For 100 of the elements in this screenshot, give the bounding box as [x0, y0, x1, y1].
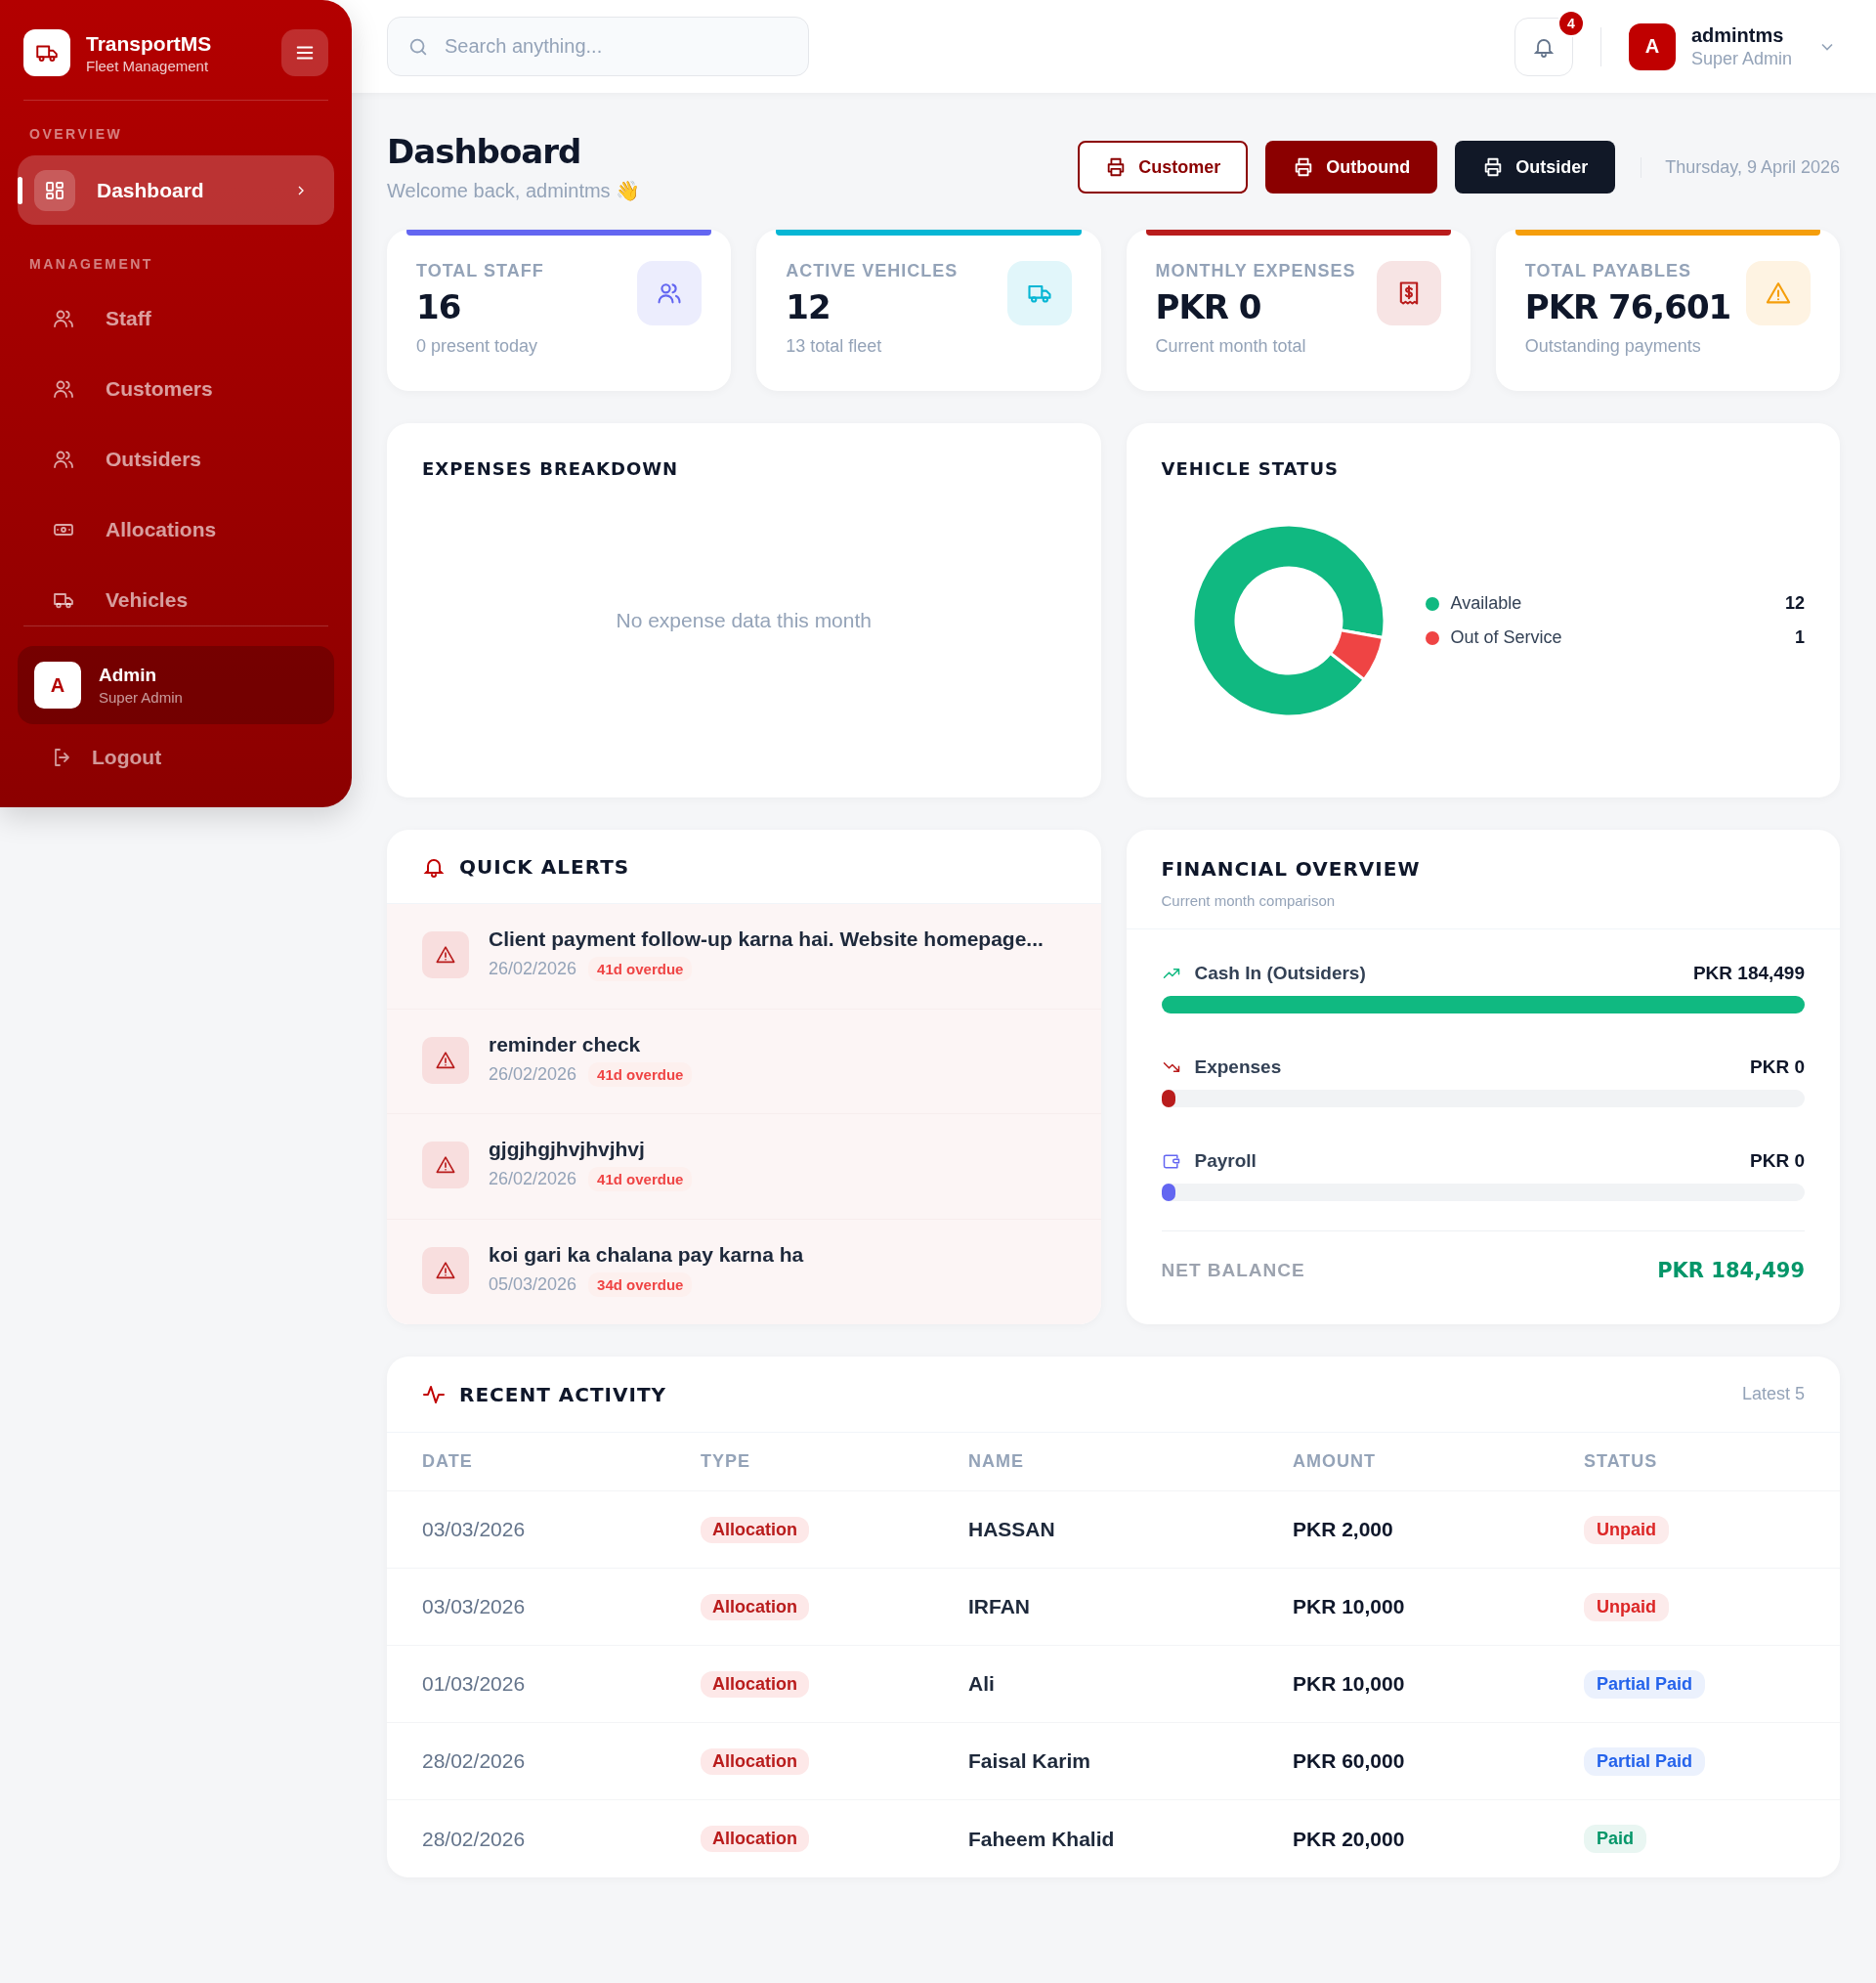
print-button[interactable]: Outsider: [1455, 141, 1616, 194]
warning-icon: [435, 944, 456, 966]
card-title: QUICK ALERTS: [459, 854, 630, 879]
user-name: Admin: [99, 665, 158, 686]
net-balance-value: PKR 184,499: [1657, 1259, 1805, 1282]
type-tag: Allocation: [701, 1826, 809, 1852]
section-heading: OVERVIEW: [28, 126, 124, 142]
stat-value: 16: [416, 287, 462, 326]
brand-title: TransportMS: [86, 31, 212, 56]
amount-cell-text: PKR 2,000: [1293, 1518, 1394, 1541]
stat-value: 12: [786, 287, 831, 326]
stat-note: 0 present today: [416, 336, 539, 357]
net-balance-label: NET BALANCE: [1161, 1260, 1305, 1281]
alert-date: 26/02/2026: [489, 959, 577, 979]
print-button[interactable]: Outbound: [1265, 141, 1438, 194]
amount-cell-text: PKR 20,000: [1293, 1827, 1406, 1851]
card-title: EXPENSES BREAKDOWN: [422, 458, 680, 479]
metric-label: Expenses: [1194, 1056, 1282, 1078]
alert-date: 05/03/2026: [489, 1273, 577, 1295]
date-cell-text: 28/02/2026: [422, 1827, 527, 1851]
status-tag: Partial Paid: [1584, 1669, 1706, 1699]
name-cell-text: Faheem Khalid: [968, 1827, 1116, 1851]
name-cell-text: HASSAN: [968, 1518, 1056, 1541]
warning-icon: [435, 1154, 456, 1176]
legend-label: Available: [1450, 593, 1522, 614]
card-note: Latest 5: [1741, 1384, 1805, 1404]
alert-item[interactable]: gjgjhgjhvjhvjhvj 26/02/2026 41d overdue: [387, 1114, 1101, 1220]
nav-item[interactable]: Dashboard: [18, 155, 334, 225]
alert-date: 26/02/2026: [489, 1063, 577, 1085]
page-subtitle: Welcome back, admintms 👋: [387, 179, 641, 202]
status-tag: Unpaid: [1584, 1592, 1669, 1621]
logout-button[interactable]: Logout: [18, 724, 334, 769]
column-header: DATE: [422, 1451, 474, 1472]
menu-button[interactable]: [281, 29, 328, 76]
stat-label: TOTAL STAFF: [416, 261, 544, 281]
type-tag: Allocation: [701, 1593, 809, 1620]
column-header: NAME: [968, 1451, 1025, 1472]
alert-title: gjgjhgjhvjhvjhvj: [489, 1138, 646, 1161]
overdue-tag: 34d overdue: [588, 1272, 693, 1297]
nav-item[interactable]: Customers: [18, 354, 334, 424]
print-button[interactable]: Customer: [1078, 141, 1249, 194]
status-tag: Unpaid: [1584, 1515, 1669, 1544]
section-heading: MANAGEMENT: [28, 256, 154, 272]
metric-amount: PKR 184,499: [1692, 963, 1805, 984]
stat-note: Outstanding payments: [1524, 336, 1702, 357]
metric-label: Cash In (Outsiders): [1194, 963, 1366, 984]
brand-subtitle: Fleet Management: [86, 57, 210, 74]
nav-item[interactable]: Vehicles: [18, 565, 334, 635]
current-date: Thursday, 9 April 2026: [1641, 156, 1840, 178]
amount-cell-text: PKR 10,000: [1293, 1595, 1406, 1618]
stat-value: PKR 0: [1155, 287, 1262, 326]
amount-cell-text: PKR 10,000: [1293, 1672, 1406, 1696]
date-cell-text: 03/03/2026: [422, 1595, 527, 1618]
user-name: admintms: [1690, 23, 1785, 47]
name-cell-text: Ali: [968, 1672, 996, 1696]
type-tag: Allocation: [701, 1516, 809, 1543]
user-role: Super Admin: [1690, 48, 1792, 69]
status-tag: Partial Paid: [1584, 1746, 1706, 1776]
user-role: Super Admin: [99, 689, 183, 706]
type-tag: Allocation: [701, 1747, 809, 1775]
metric-amount: PKR 0: [1750, 1150, 1805, 1172]
stat-label: MONTHLY EXPENSES: [1155, 261, 1356, 281]
type-tag: Allocation: [701, 1670, 809, 1698]
alert-item[interactable]: koi gari ka chalana pay karna ha 05/03/2026 34d overdue: [387, 1219, 1101, 1324]
name-cell-text: IRFAN: [968, 1595, 1031, 1618]
empty-message: No expense data this month: [616, 609, 872, 632]
card-title: VEHICLE STATUS: [1161, 458, 1340, 479]
card-title: FINANCIAL OVERVIEW: [1161, 857, 1422, 881]
notification-count: 4: [1556, 9, 1585, 37]
column-header: TYPE: [701, 1451, 751, 1472]
metric-label: Payroll: [1194, 1150, 1257, 1172]
alert-item[interactable]: reminder check 26/02/2026 41d overdue: [387, 1009, 1101, 1114]
alert-title: reminder check: [489, 1032, 642, 1056]
alert-title: Client payment follow-up karna hai. Website homepage...: [489, 927, 1044, 951]
legend-label: Out of Service: [1450, 627, 1562, 648]
stat-value: PKR 76,601: [1524, 287, 1731, 326]
search-bar[interactable]: Search anything...: [387, 17, 809, 76]
column-header: AMOUNT: [1293, 1451, 1377, 1472]
nav-item[interactable]: Allocations: [18, 495, 334, 565]
avatar: A: [34, 662, 81, 709]
metric-amount: PKR 0: [1750, 1056, 1805, 1078]
overdue-tag: 41d overdue: [588, 957, 693, 981]
notifications-button[interactable]: [1514, 17, 1573, 76]
card-subtitle: Current month comparison: [1161, 892, 1337, 909]
alert-item[interactable]: Client payment follow-up karna hai. Website homepage... 26/02/2026 41d overdue: [387, 904, 1101, 1010]
stat-label: TOTAL PAYABLES: [1524, 261, 1693, 281]
stat-label: ACTIVE VEHICLES: [786, 261, 959, 281]
nav-item[interactable]: Staff: [18, 283, 334, 354]
nav-item[interactable]: Outsiders: [18, 424, 334, 495]
alert-title: koi gari ka chalana pay karna ha: [489, 1242, 804, 1267]
card-title: RECENT ACTIVITY: [459, 1382, 667, 1406]
name-cell-text: Faisal Karim: [968, 1749, 1091, 1773]
search-field[interactable]: Search anything...: [443, 18, 789, 75]
column-header: STATUS: [1584, 1451, 1659, 1472]
page-title: Dashboard: [387, 132, 582, 171]
alert-date: 26/02/2026: [489, 1169, 577, 1189]
date-cell-text: 03/03/2026: [422, 1518, 527, 1541]
stat-note: 13 total fleet: [786, 336, 883, 357]
overdue-tag: 41d overdue: [588, 1061, 693, 1087]
amount-cell-text: PKR 60,000: [1293, 1749, 1406, 1773]
